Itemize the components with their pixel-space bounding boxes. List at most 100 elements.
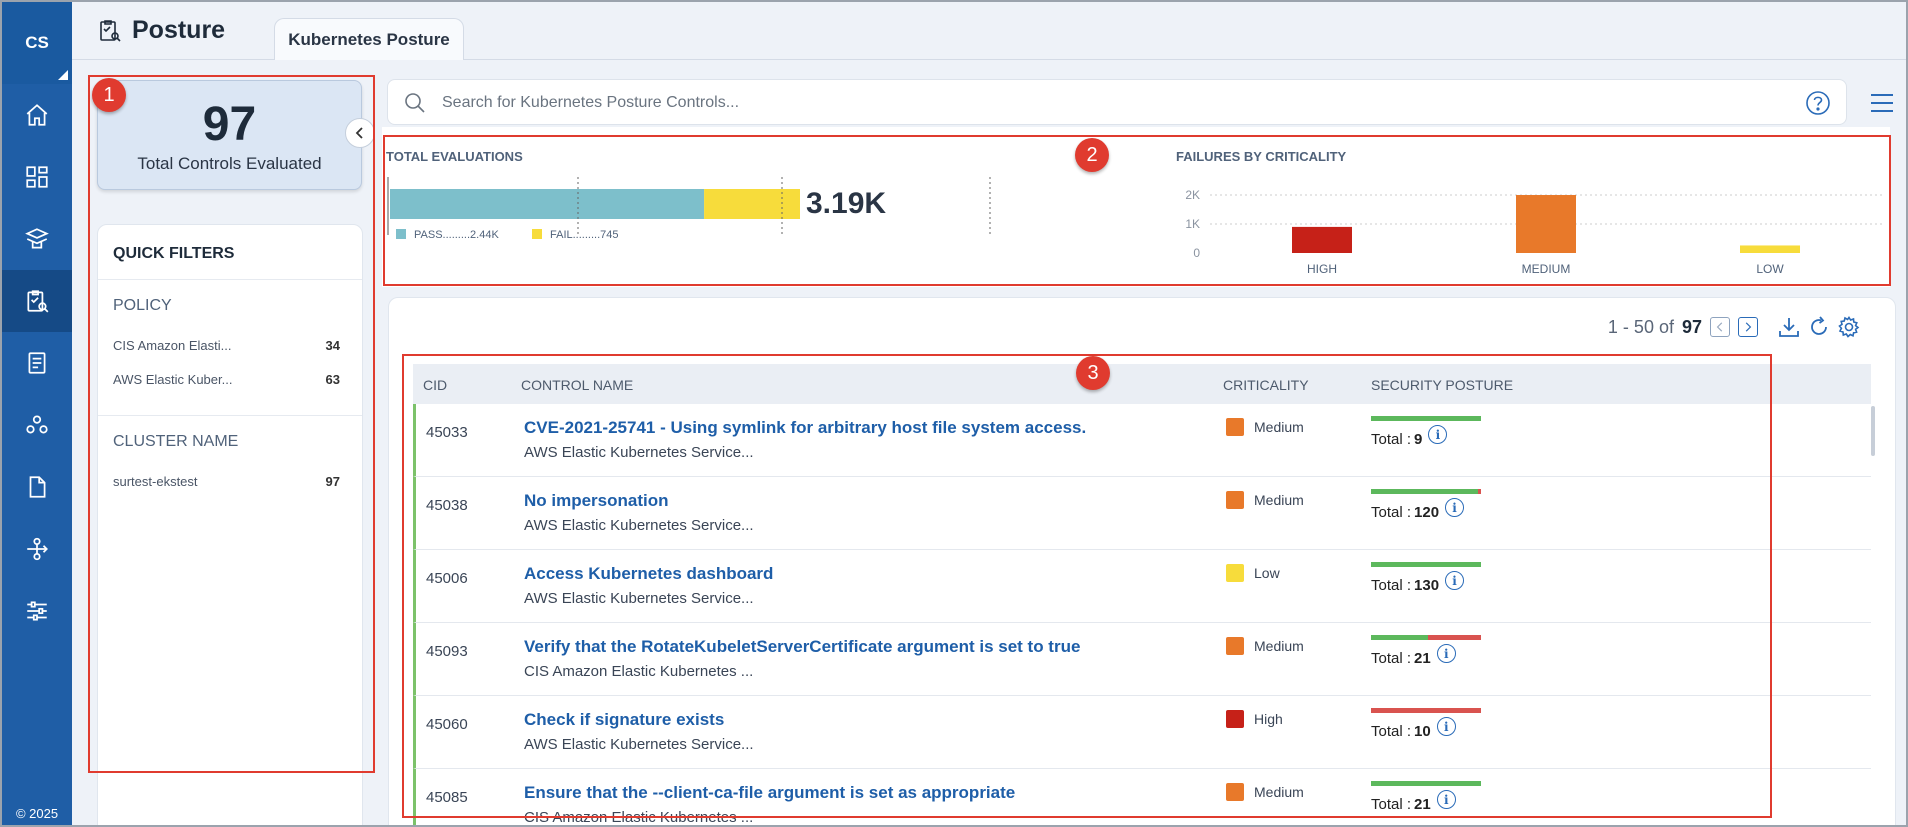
filter-item-policy[interactable]: CIS Amazon Elasti... 34 [113, 338, 340, 353]
control-name-link[interactable]: No impersonation [524, 491, 669, 511]
fail-bar [704, 189, 800, 219]
info-icon[interactable]: i [1436, 717, 1456, 736]
brand-button[interactable]: CS [2, 2, 72, 84]
control-name-link[interactable]: Ensure that the --client-ca-file argumen… [524, 783, 1015, 803]
criticality-label: Medium [1254, 419, 1304, 435]
nav-documents[interactable] [2, 456, 72, 518]
posture-title-icon [100, 19, 121, 42]
pagination-total: 97 [1681, 316, 1702, 337]
copyright: © 2025 [15, 806, 59, 821]
nav-users[interactable] [2, 394, 72, 456]
control-name-link[interactable]: CVE-2021-25741 - Using symlink for arbit… [524, 418, 1086, 438]
download-icon[interactable] [1778, 316, 1800, 338]
posture-bar [1371, 489, 1481, 494]
criticality-swatch [1226, 418, 1244, 436]
y-tick-label: 2K [1185, 188, 1200, 202]
table-scrollbar[interactable] [1871, 406, 1875, 456]
menu-icon[interactable] [1870, 92, 1894, 114]
criticality-swatch [1226, 491, 1244, 509]
table-row[interactable]: 45006 Access Kubernetes dashboard AWS Elas… [413, 550, 1871, 623]
info-icon[interactable]: i [1436, 790, 1456, 809]
nav-home[interactable] [2, 84, 72, 146]
page-title: Posture [98, 16, 225, 45]
criticality-label: High [1254, 711, 1283, 727]
reports-icon [28, 352, 46, 374]
x-tick-label: HIGH [1307, 262, 1337, 276]
posture-bar [1371, 635, 1481, 640]
pagination-range: 1 - 50 of [1607, 316, 1674, 337]
home-icon [26, 104, 48, 126]
refresh-icon[interactable] [1808, 316, 1830, 338]
posture-bar-fail [1371, 708, 1481, 713]
help-icon[interactable] [1805, 90, 1831, 116]
table-row[interactable]: 45093 Verify that the RotateKubeletServer… [413, 623, 1871, 696]
info-icon[interactable]: i [1436, 644, 1456, 663]
criticality-cell: Medium [1226, 783, 1304, 801]
posture-bar-fail [1477, 489, 1481, 494]
table-row[interactable]: 45060 Check if signature exists AWS Elasti… [413, 696, 1871, 769]
policy-name: AWS Elastic Kubernetes Service... [524, 736, 754, 753]
search-input[interactable] [442, 90, 1742, 116]
column-header-security-posture[interactable]: SECURITY POSTURE [1371, 377, 1513, 393]
failures-criticality-chart: 2K 1K 0 HIGH MEDIUM LOW [1185, 188, 1882, 276]
search-icon [405, 93, 425, 113]
fail-legend-label: FAIL.........745 [550, 229, 618, 241]
posture-bar [1371, 781, 1481, 786]
cid-cell: 45060 [426, 716, 468, 733]
posture-total-label: Total : [1371, 504, 1412, 521]
bar-medium [1516, 195, 1576, 253]
info-icon[interactable]: i [1445, 498, 1465, 517]
left-nav: CS © 2025 [2, 2, 72, 825]
filter-item-policy[interactable]: AWS Elastic Kuber... 63 [113, 372, 340, 387]
gear-icon[interactable] [1838, 316, 1860, 338]
total-evaluations-title: TOTAL EVALUATIONS [386, 149, 523, 164]
x-tick-label: LOW [1756, 262, 1784, 276]
users-icon [26, 415, 48, 434]
next-page-button[interactable] [1738, 317, 1758, 337]
control-name-link[interactable]: Access Kubernetes dashboard [524, 564, 773, 584]
page-header: Posture Kubernetes Posture [72, 2, 1906, 60]
posture-bar-fail [1428, 635, 1481, 640]
filter-item-label: AWS Elastic Kuber... [113, 372, 233, 387]
page-title-text: Posture [132, 16, 226, 44]
control-name-link[interactable]: Check if signature exists [524, 710, 724, 730]
nav-posture[interactable] [2, 270, 72, 332]
divider [98, 415, 362, 416]
nav-connectors[interactable] [2, 518, 72, 580]
dashboard-icon [26, 166, 48, 188]
security-posture-cell: Total :21 i [1371, 635, 1481, 667]
tab-kubernetes-posture[interactable]: Kubernetes Posture [274, 18, 464, 60]
document-icon [29, 476, 46, 498]
table-row[interactable]: 45033 CVE-2021-25741 - Using symlink for … [413, 404, 1871, 477]
filter-item-cluster[interactable]: surtest-ekstest 97 [113, 474, 340, 489]
table-row[interactable]: 45085 Ensure that the --client-ca-file ar… [413, 769, 1871, 825]
nav-dashboard[interactable] [2, 146, 72, 208]
info-icon[interactable]: i [1428, 425, 1448, 444]
posture-bar-pass [1371, 489, 1478, 494]
collapse-panel-button[interactable] [345, 118, 375, 148]
column-header-cid[interactable]: CID [423, 377, 447, 393]
column-header-control-name[interactable]: CONTROL NAME [521, 377, 633, 393]
app-window: CS © 2025 Posture Kubernetes Posture 97 … [0, 0, 1908, 827]
prev-page-button[interactable] [1710, 317, 1730, 337]
total-controls-count: 97 [202, 98, 257, 151]
pagination: 1 - 50 of 97 [1608, 316, 1860, 338]
pass-bar [390, 189, 705, 219]
policy-name: AWS Elastic Kubernetes Service... [524, 517, 754, 534]
posture-total-value: 9 [1414, 431, 1423, 448]
table-row[interactable]: 45038 No impersonation AWS Elastic Kuberne… [413, 477, 1871, 550]
x-tick-label: MEDIUM [1522, 262, 1571, 276]
criticality-cell: Medium [1226, 418, 1304, 436]
control-name-link[interactable]: Verify that the RotateKubeletServerCerti… [524, 637, 1080, 657]
annotation-marker-1: 1 [92, 78, 126, 112]
nav-assets[interactable] [2, 208, 72, 270]
cid-cell: 45038 [426, 497, 468, 514]
posture-total-value: 21 [1414, 796, 1431, 813]
chevron-right-icon [1745, 322, 1752, 332]
posture-total-value: 120 [1414, 504, 1440, 521]
column-header-criticality[interactable]: CRITICALITY [1223, 377, 1309, 393]
info-icon[interactable]: i [1445, 571, 1465, 590]
nav-reports[interactable] [2, 332, 72, 394]
nav-settings[interactable] [2, 580, 72, 642]
posture-total: Total :21 i [1371, 790, 1481, 813]
